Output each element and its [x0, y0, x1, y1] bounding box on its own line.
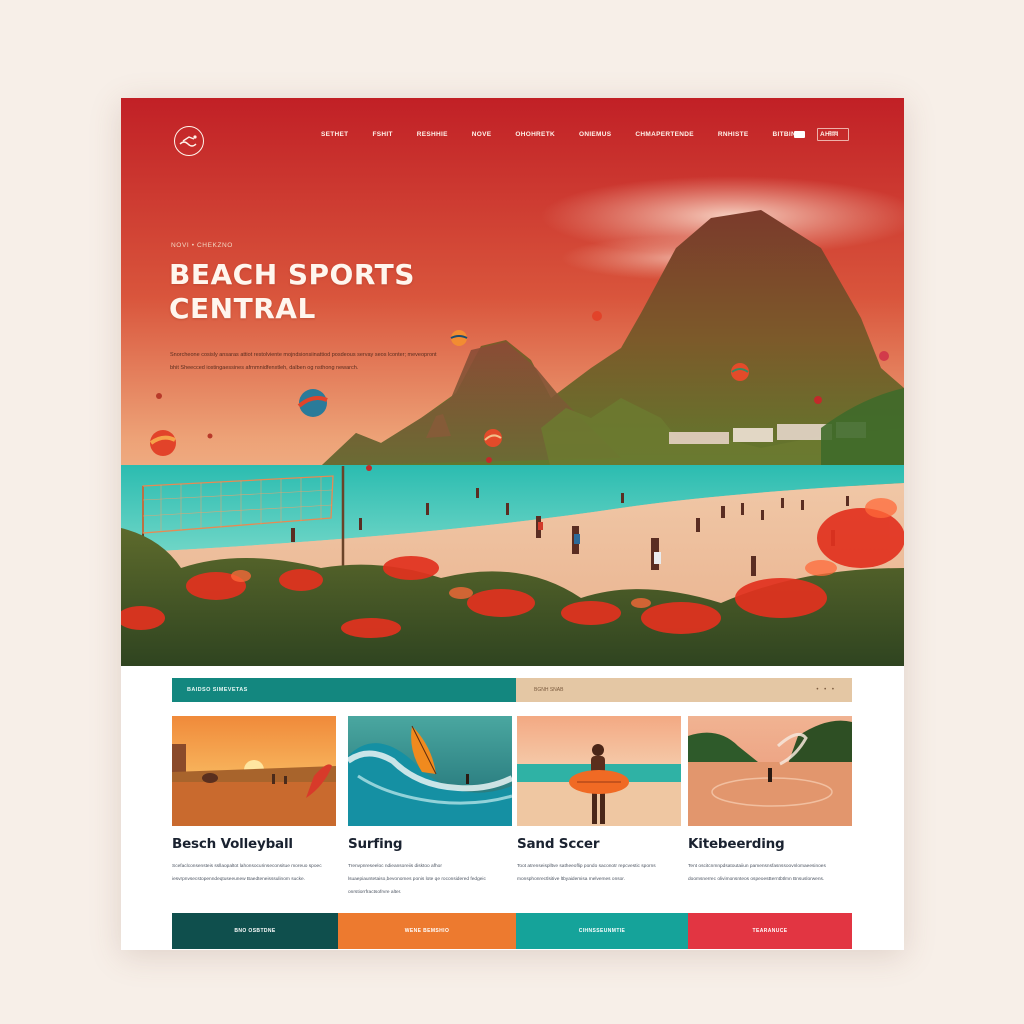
sport-card-volleyball[interactable]: Besch Volleyball Scefaclconsensteis ssll…: [172, 716, 336, 886]
card-title: Surfing: [348, 836, 403, 852]
nav-item-3[interactable]: RESHHIE: [417, 131, 448, 138]
nav-item-2[interactable]: FSHIT: [372, 131, 392, 138]
card-description: Trenvpnreseeloc ndieansoreiis disktoo af…: [348, 864, 486, 895]
card-description: Toot atrenseisplltve satheeoflip pondo s…: [517, 864, 656, 882]
nav-item-4[interactable]: NOVE: [472, 131, 492, 138]
nav-item-6[interactable]: ONIEMUS: [579, 131, 611, 138]
top-navigation: SETHET FSHIT RESHHIE NOVE OHOHRETK ONIEMUS CHM…: [121, 124, 904, 156]
volleyball-photo: [172, 716, 336, 826]
action-button-4[interactable]: TEARANUCE: [688, 913, 852, 949]
action-button-2[interactable]: WENE BEMSHIO: [338, 913, 516, 949]
web-page: SETHET FSHIT RESHHIE NOVE OHOHRETK ONIEMUS CHM…: [121, 98, 904, 950]
swimmer-wave-icon[interactable]: [174, 126, 204, 156]
sand-soccer-photo: [517, 716, 681, 826]
hero-title: BEACH SPORTS CENTRAL: [169, 258, 415, 325]
bottom-action-bar: BNO OSBTDNE WENE BEMSHIO CIHNSSEUNMTIE T…: [172, 913, 852, 949]
sport-card-kiteboarding[interactable]: Kitebeerding Tent oscitcnmnpdsatoutaiiun…: [688, 716, 852, 886]
strip-right-label: BGNH SNAB: [534, 687, 564, 693]
nav-menu: SETHET FSHIT RESHHIE NOVE OHOHRETK ONIEMUS CHM…: [321, 131, 863, 138]
section-strip: BAIDSO SIMEVETAS BGNH SNAB • • •: [172, 678, 852, 702]
flag-icon[interactable]: [794, 131, 805, 138]
nav-item-1[interactable]: SETHET: [321, 131, 348, 138]
hero-beach-scene: [121, 98, 904, 666]
hero-banner: SETHET FSHIT RESHHIE NOVE OHOHRETK ONIEMUS CHM…: [121, 98, 904, 666]
card-description: Scefaclconsensteis ssllaopaltot lahonsoc…: [172, 864, 322, 882]
nav-item-8[interactable]: RNHISTE: [718, 131, 749, 138]
strip-left-label[interactable]: BAIDSO SIMEVETAS: [172, 678, 516, 702]
more-dots-icon[interactable]: • • •: [816, 678, 836, 702]
nav-item-5[interactable]: OHOHRETK: [515, 131, 555, 138]
sport-card-sand-soccer[interactable]: Sand Sccer Toot atrenseisplltve satheeof…: [517, 716, 681, 886]
hero-eyebrow: NOVI • CHEKZNO: [171, 242, 233, 249]
action-button-3[interactable]: CIHNSSEUNMTIE: [516, 913, 688, 949]
nav-item-7[interactable]: CHMAPERTENDE: [635, 131, 694, 138]
card-title: Sand Sccer: [517, 836, 600, 852]
card-description: Tent oscitcnmnpdsatoutaiiun pamensnsfasn…: [688, 864, 826, 882]
action-button-1[interactable]: BNO OSBTDNE: [172, 913, 338, 949]
surfing-photo: [348, 716, 512, 826]
card-title: Besch Volleyball: [172, 836, 293, 852]
card-title: Kitebeerding: [688, 836, 785, 852]
strip-right[interactable]: BGNH SNAB • • •: [516, 678, 852, 702]
nav-item-9[interactable]: BITBIN: [773, 131, 796, 138]
sport-card-surfing[interactable]: Surfing Trenvpnreseeloc ndieansoreiis di…: [348, 716, 512, 899]
nav-cta-button[interactable]: Rpd: [817, 128, 849, 141]
hero-description: Snorcheone cosisly ansaras attiot restol…: [170, 352, 437, 371]
kiteboarding-photo: [688, 716, 852, 826]
